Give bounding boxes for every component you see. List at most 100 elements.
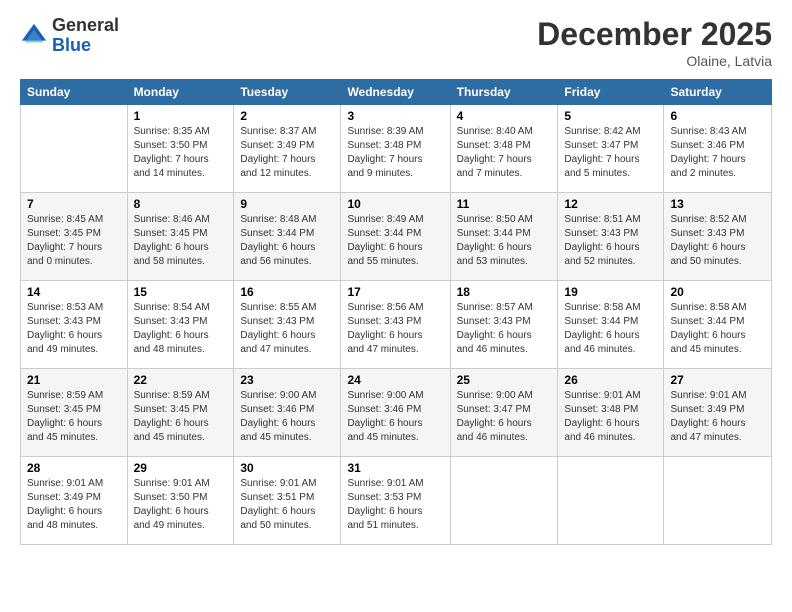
cell-info: Sunrise: 8:48 AM Sunset: 3:44 PM Dayligh… [240,213,334,269]
day-header-saturday: Saturday [664,80,772,105]
cell-info: Sunrise: 9:01 AM Sunset: 3:51 PM Dayligh… [240,477,334,533]
cell-info: Sunrise: 8:35 AM Sunset: 3:50 PM Dayligh… [134,125,228,181]
calendar-cell: 29 Sunrise: 9:01 AM Sunset: 3:50 PM Dayli… [127,457,234,545]
cell-info: Sunrise: 8:51 AM Sunset: 3:43 PM Dayligh… [564,213,657,269]
day-header-wednesday: Wednesday [341,80,450,105]
calendar-cell: 20 Sunrise: 8:58 AM Sunset: 3:44 PM Dayli… [664,281,772,369]
cell-info: Sunrise: 8:52 AM Sunset: 3:43 PM Dayligh… [670,213,765,269]
cell-info: Sunrise: 9:00 AM Sunset: 3:46 PM Dayligh… [240,389,334,445]
calendar-cell: 11 Sunrise: 8:50 AM Sunset: 3:44 PM Dayli… [450,193,558,281]
cell-day-number: 22 [134,373,228,387]
week-row-1: 7 Sunrise: 8:45 AM Sunset: 3:45 PM Daylig… [21,193,772,281]
day-header-monday: Monday [127,80,234,105]
day-header-friday: Friday [558,80,664,105]
cell-info: Sunrise: 8:56 AM Sunset: 3:43 PM Dayligh… [347,301,443,357]
cell-info: Sunrise: 8:50 AM Sunset: 3:44 PM Dayligh… [457,213,552,269]
cell-info: Sunrise: 8:37 AM Sunset: 3:49 PM Dayligh… [240,125,334,181]
cell-day-number: 28 [27,461,121,475]
cell-info: Sunrise: 9:01 AM Sunset: 3:48 PM Dayligh… [564,389,657,445]
cell-info: Sunrise: 8:40 AM Sunset: 3:48 PM Dayligh… [457,125,552,181]
cell-day-number: 19 [564,285,657,299]
cell-info: Sunrise: 8:57 AM Sunset: 3:43 PM Dayligh… [457,301,552,357]
main-title: December 2025 [537,16,772,53]
calendar-cell: 4Sunrise: 8:40 AM Sunset: 3:48 PM Daylig… [450,105,558,193]
calendar-cell: 5Sunrise: 8:42 AM Sunset: 3:47 PM Daylig… [558,105,664,193]
logo-icon [20,22,48,50]
cell-day-number: 21 [27,373,121,387]
calendar-cell: 8 Sunrise: 8:46 AM Sunset: 3:45 PM Daylig… [127,193,234,281]
calendar-cell: 18 Sunrise: 8:57 AM Sunset: 3:43 PM Dayli… [450,281,558,369]
calendar-cell: 3 Sunrise: 8:39 AM Sunset: 3:48 PM Daylig… [341,105,450,193]
cell-info: Sunrise: 9:01 AM Sunset: 3:50 PM Dayligh… [134,477,228,533]
cell-day-number: 1 [134,109,228,123]
calendar-cell [450,457,558,545]
cell-info: Sunrise: 8:58 AM Sunset: 3:44 PM Dayligh… [564,301,657,357]
calendar-cell: 26Sunrise: 9:01 AM Sunset: 3:48 PM Dayli… [558,369,664,457]
calendar-cell: 16Sunrise: 8:55 AM Sunset: 3:43 PM Dayli… [234,281,341,369]
day-header-sunday: Sunday [21,80,128,105]
cell-info: Sunrise: 8:59 AM Sunset: 3:45 PM Dayligh… [27,389,121,445]
calendar-cell: 15Sunrise: 8:54 AM Sunset: 3:43 PM Dayli… [127,281,234,369]
calendar-cell: 2 Sunrise: 8:37 AM Sunset: 3:49 PM Daylig… [234,105,341,193]
cell-day-number: 18 [457,285,552,299]
cell-day-number: 27 [670,373,765,387]
calendar-cell: 13 Sunrise: 8:52 AM Sunset: 3:43 PM Dayli… [664,193,772,281]
cell-info: Sunrise: 8:46 AM Sunset: 3:45 PM Dayligh… [134,213,228,269]
calendar-cell: 22 Sunrise: 8:59 AM Sunset: 3:45 PM Dayli… [127,369,234,457]
location: Olaine, Latvia [537,53,772,69]
cell-day-number: 17 [347,285,443,299]
calendar-cell: 23 Sunrise: 9:00 AM Sunset: 3:46 PM Dayli… [234,369,341,457]
day-header-thursday: Thursday [450,80,558,105]
cell-info: Sunrise: 9:01 AM Sunset: 3:53 PM Dayligh… [347,477,443,533]
calendar-cell: 14Sunrise: 8:53 AM Sunset: 3:43 PM Dayli… [21,281,128,369]
calendar-cell: 28Sunrise: 9:01 AM Sunset: 3:49 PM Dayli… [21,457,128,545]
cell-day-number: 25 [457,373,552,387]
calendar-cell: 10Sunrise: 8:49 AM Sunset: 3:44 PM Dayli… [341,193,450,281]
week-row-2: 14Sunrise: 8:53 AM Sunset: 3:43 PM Dayli… [21,281,772,369]
calendar-cell: 7 Sunrise: 8:45 AM Sunset: 3:45 PM Daylig… [21,193,128,281]
cell-day-number: 5 [564,109,657,123]
cell-day-number: 7 [27,197,121,211]
calendar-table: SundayMondayTuesdayWednesdayThursdayFrid… [20,79,772,545]
calendar-cell: 27Sunrise: 9:01 AM Sunset: 3:49 PM Dayli… [664,369,772,457]
cell-day-number: 2 [240,109,334,123]
cell-info: Sunrise: 9:00 AM Sunset: 3:47 PM Dayligh… [457,389,552,445]
calendar-cell [21,105,128,193]
calendar-cell [664,457,772,545]
calendar-cell: 30 Sunrise: 9:01 AM Sunset: 3:51 PM Dayli… [234,457,341,545]
cell-day-number: 6 [670,109,765,123]
cell-info: Sunrise: 8:55 AM Sunset: 3:43 PM Dayligh… [240,301,334,357]
cell-info: Sunrise: 8:45 AM Sunset: 3:45 PM Dayligh… [27,213,121,269]
cell-day-number: 13 [670,197,765,211]
cell-day-number: 11 [457,197,552,211]
cell-day-number: 29 [134,461,228,475]
cell-info: Sunrise: 9:00 AM Sunset: 3:46 PM Dayligh… [347,389,443,445]
cell-info: Sunrise: 8:58 AM Sunset: 3:44 PM Dayligh… [670,301,765,357]
week-row-0: 1 Sunrise: 8:35 AM Sunset: 3:50 PM Daylig… [21,105,772,193]
cell-info: Sunrise: 8:54 AM Sunset: 3:43 PM Dayligh… [134,301,228,357]
calendar-cell: 31 Sunrise: 9:01 AM Sunset: 3:53 PM Dayli… [341,457,450,545]
cell-info: Sunrise: 8:49 AM Sunset: 3:44 PM Dayligh… [347,213,443,269]
cell-day-number: 8 [134,197,228,211]
cell-day-number: 31 [347,461,443,475]
header-row: SundayMondayTuesdayWednesdayThursdayFrid… [21,80,772,105]
cell-day-number: 9 [240,197,334,211]
calendar-cell: 6 Sunrise: 8:43 AM Sunset: 3:46 PM Daylig… [664,105,772,193]
cell-day-number: 30 [240,461,334,475]
cell-day-number: 3 [347,109,443,123]
calendar-cell: 1 Sunrise: 8:35 AM Sunset: 3:50 PM Daylig… [127,105,234,193]
cell-info: Sunrise: 8:59 AM Sunset: 3:45 PM Dayligh… [134,389,228,445]
page: General Blue December 2025 Olaine, Latvi… [0,0,792,612]
cell-day-number: 14 [27,285,121,299]
calendar-cell: 17 Sunrise: 8:56 AM Sunset: 3:43 PM Dayli… [341,281,450,369]
logo: General Blue [20,16,119,56]
calendar-cell: 24Sunrise: 9:00 AM Sunset: 3:46 PM Dayli… [341,369,450,457]
cell-info: Sunrise: 8:39 AM Sunset: 3:48 PM Dayligh… [347,125,443,181]
cell-day-number: 23 [240,373,334,387]
week-row-3: 21 Sunrise: 8:59 AM Sunset: 3:45 PM Dayli… [21,369,772,457]
calendar-cell [558,457,664,545]
cell-info: Sunrise: 8:43 AM Sunset: 3:46 PM Dayligh… [670,125,765,181]
day-header-tuesday: Tuesday [234,80,341,105]
cell-day-number: 20 [670,285,765,299]
calendar-cell: 21 Sunrise: 8:59 AM Sunset: 3:45 PM Dayli… [21,369,128,457]
